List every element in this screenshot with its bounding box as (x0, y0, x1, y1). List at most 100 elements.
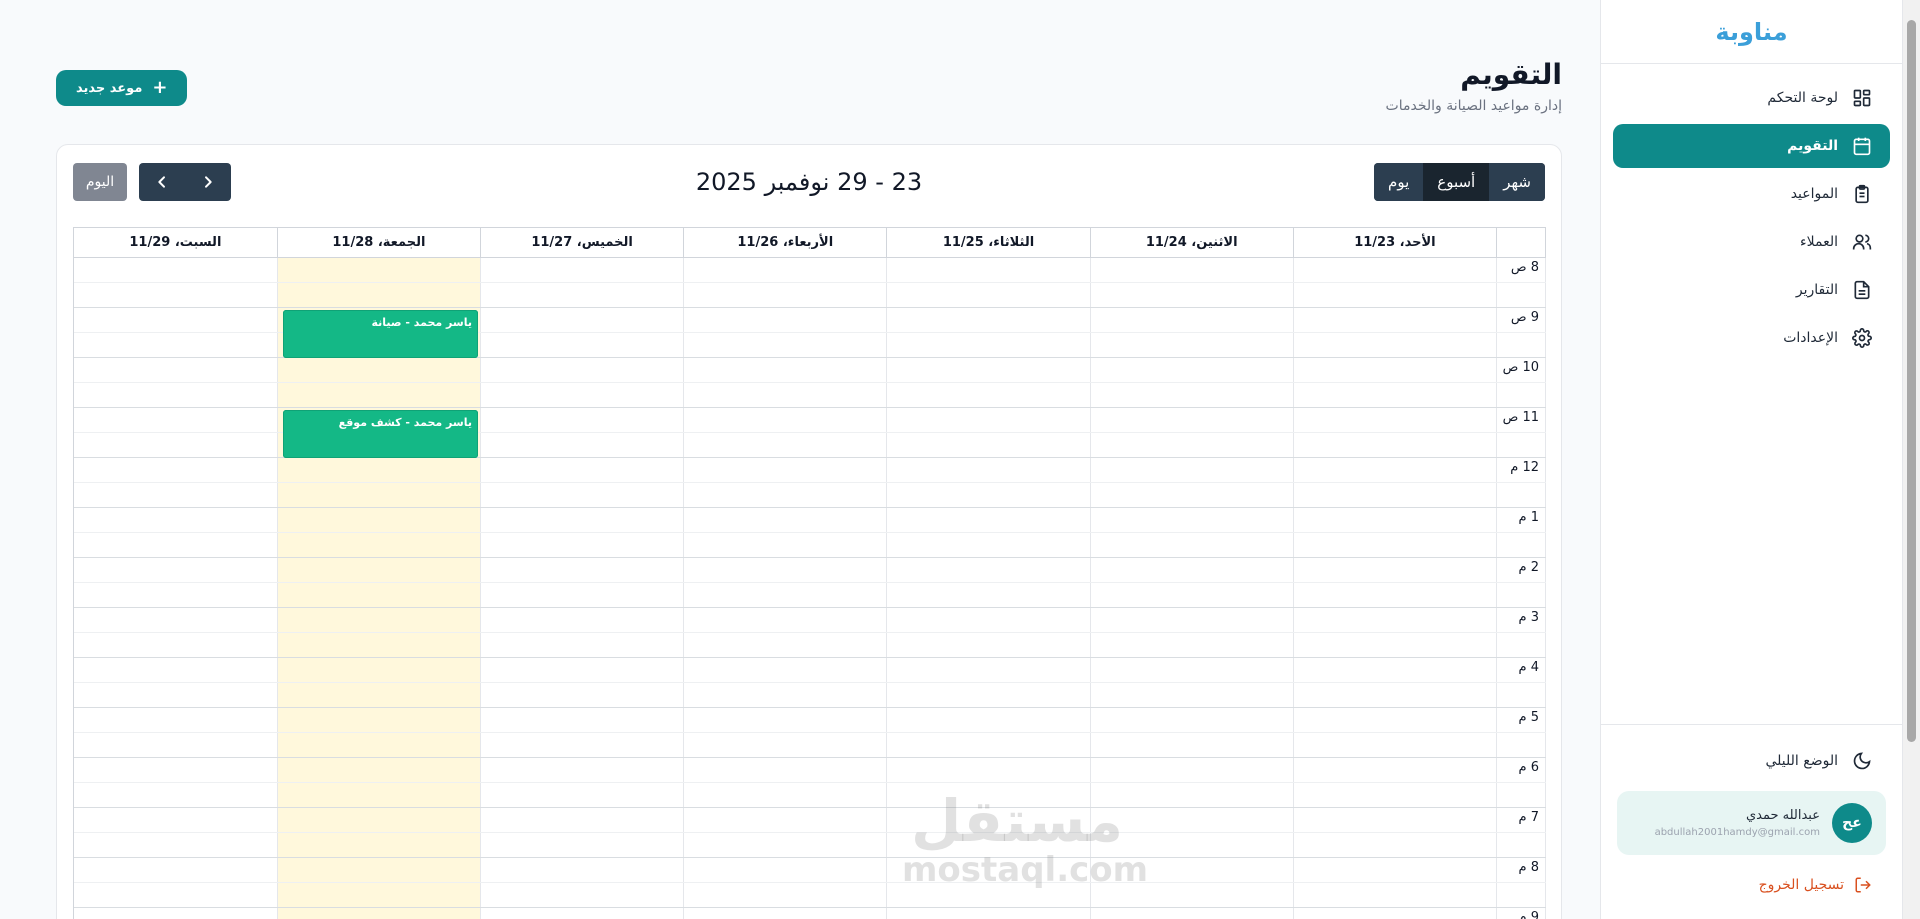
time-slot-cell[interactable] (277, 357, 481, 383)
time-slot-cell[interactable] (480, 882, 685, 908)
time-slot-cell[interactable] (1090, 882, 1294, 908)
time-slot-cell[interactable] (480, 832, 685, 858)
time-slot-cell[interactable] (683, 657, 888, 683)
time-slot-cell[interactable] (74, 807, 278, 833)
time-slot-cell[interactable] (683, 882, 888, 908)
sidebar-item-dashboard[interactable]: لوحة التحكم (1613, 76, 1890, 120)
time-slot-cell[interactable] (74, 332, 278, 358)
time-slot-cell[interactable] (1090, 832, 1294, 858)
time-slot-cell[interactable] (480, 382, 685, 408)
time-slot-cell[interactable] (683, 582, 888, 608)
time-slot-cell[interactable] (480, 482, 685, 508)
time-slot-cell[interactable] (480, 732, 685, 758)
time-slot-cell[interactable] (74, 882, 278, 908)
time-slot-cell[interactable] (480, 707, 685, 733)
calendar-event[interactable]: ياسر محمد - كشف موقع (282, 409, 478, 458)
time-slot-cell[interactable] (74, 482, 278, 508)
time-slot-cell[interactable] (74, 832, 278, 858)
time-slot-cell[interactable] (683, 782, 888, 808)
time-slot-cell[interactable] (480, 282, 685, 308)
time-slot-cell[interactable] (886, 282, 1091, 308)
time-slot-cell[interactable] (1090, 432, 1294, 458)
time-slot-cell[interactable] (683, 632, 888, 658)
time-slot-cell[interactable] (1293, 257, 1498, 283)
time-slot-cell[interactable] (277, 632, 481, 658)
time-slot-cell[interactable] (1090, 782, 1294, 808)
time-slot-cell[interactable] (886, 457, 1091, 483)
time-slot-cell[interactable] (886, 582, 1091, 608)
time-slot-cell[interactable] (1090, 307, 1294, 333)
time-slot-cell[interactable] (74, 457, 278, 483)
time-slot-cell[interactable] (1090, 282, 1294, 308)
calendar-event[interactable]: ياسر محمد - صيانة (282, 309, 478, 358)
time-slot-cell[interactable] (1293, 907, 1498, 919)
time-slot-cell[interactable] (683, 907, 888, 919)
time-slot-cell[interactable] (1090, 732, 1294, 758)
time-slot-cell[interactable] (74, 707, 278, 733)
time-slot-cell[interactable] (886, 682, 1091, 708)
time-slot-cell[interactable] (683, 682, 888, 708)
time-slot-cell[interactable] (480, 332, 685, 358)
time-slot-cell[interactable] (74, 732, 278, 758)
time-slot-cell[interactable] (886, 907, 1091, 919)
time-slot-cell[interactable] (277, 507, 481, 533)
time-slot-cell[interactable] (74, 507, 278, 533)
time-slot-cell[interactable] (1293, 457, 1498, 483)
time-slot-cell[interactable] (1090, 507, 1294, 533)
time-slot-cell[interactable] (74, 407, 278, 433)
time-slot-cell[interactable] (480, 632, 685, 658)
time-slot-cell[interactable] (683, 557, 888, 583)
time-slot-cell[interactable] (74, 657, 278, 683)
time-slot-cell[interactable] (277, 757, 481, 783)
time-slot-cell[interactable] (1293, 282, 1498, 308)
time-slot-cell[interactable] (480, 507, 685, 533)
time-slot-cell[interactable] (277, 282, 481, 308)
time-slot-cell[interactable] (1293, 532, 1498, 558)
time-slot-cell[interactable] (74, 357, 278, 383)
time-slot-cell[interactable] (886, 382, 1091, 408)
time-slot-cell[interactable] (277, 582, 481, 608)
time-slot-cell[interactable] (74, 257, 278, 283)
today-button[interactable]: اليوم (73, 163, 127, 201)
time-slot-cell[interactable] (683, 532, 888, 558)
time-slot-cell[interactable] (1090, 807, 1294, 833)
time-slot-cell[interactable] (1293, 632, 1498, 658)
time-slot-cell[interactable] (1090, 557, 1294, 583)
time-slot-cell[interactable] (886, 732, 1091, 758)
time-slot-cell[interactable] (480, 607, 685, 633)
time-slot-cell[interactable] (886, 432, 1091, 458)
time-slot-cell[interactable] (886, 857, 1091, 883)
time-slot-cell[interactable] (1090, 582, 1294, 608)
time-slot-cell[interactable] (1090, 457, 1294, 483)
new-appointment-button[interactable]: + موعد جديد (56, 70, 188, 106)
time-slot-cell[interactable]: ياسر محمد - صيانة (277, 307, 481, 358)
time-slot-cell[interactable] (480, 457, 685, 483)
time-slot-cell[interactable] (1090, 907, 1294, 919)
scrollbar-thumb[interactable] (1907, 20, 1916, 742)
time-slot-cell[interactable] (480, 557, 685, 583)
time-slot-cell[interactable] (480, 407, 685, 433)
time-slot-cell[interactable] (1293, 857, 1498, 883)
time-slot-cell[interactable] (74, 907, 278, 919)
time-slot-cell[interactable] (886, 507, 1091, 533)
time-slot-cell[interactable] (886, 407, 1091, 433)
time-slot-cell[interactable] (886, 657, 1091, 683)
time-slot-cell[interactable] (1090, 657, 1294, 683)
next-week-button[interactable] (185, 163, 231, 201)
time-slot-cell[interactable] (683, 332, 888, 358)
brand-logo[interactable]: مناوبة (1601, 0, 1902, 64)
time-slot-cell[interactable] (277, 457, 481, 483)
time-slot-cell[interactable] (277, 807, 481, 833)
time-slot-cell[interactable] (683, 707, 888, 733)
time-slot-cell[interactable] (480, 307, 685, 333)
time-slot-cell[interactable] (683, 407, 888, 433)
time-slot-cell[interactable] (886, 757, 1091, 783)
time-slot-cell[interactable] (683, 307, 888, 333)
time-slot-cell[interactable] (1293, 832, 1498, 858)
time-slot-cell[interactable] (1293, 782, 1498, 808)
time-slot-cell[interactable] (886, 482, 1091, 508)
time-slot-cell[interactable] (886, 707, 1091, 733)
time-slot-cell[interactable] (1090, 482, 1294, 508)
time-slot-cell[interactable] (480, 807, 685, 833)
time-slot-cell[interactable] (1293, 607, 1498, 633)
